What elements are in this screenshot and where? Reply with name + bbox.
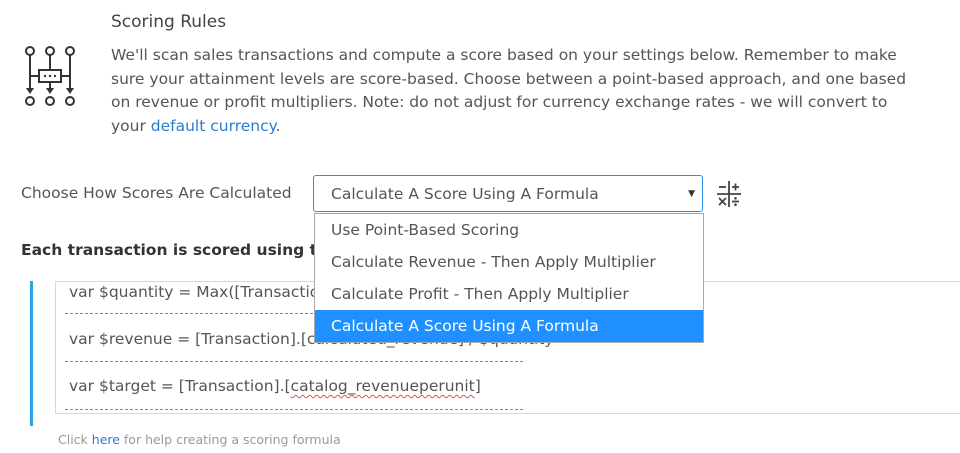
- calc-method-select[interactable]: Calculate A Score Using A Formula ▼: [313, 175, 703, 212]
- description-end: .: [275, 116, 281, 135]
- formula-label: Each transaction is scored using the: [21, 241, 339, 259]
- chevron-down-icon: ▼: [688, 189, 695, 199]
- option-point-based[interactable]: Use Point-Based Scoring: [315, 214, 703, 246]
- code-separator: [65, 361, 523, 362]
- option-formula[interactable]: Calculate A Score Using A Formula: [315, 310, 703, 342]
- help-suffix: for help creating a scoring formula: [119, 432, 341, 447]
- code-target-suffix: ]: [474, 377, 481, 395]
- help-prefix: Click: [58, 432, 92, 447]
- code-separator: [65, 409, 523, 410]
- page-title: Scoring Rules: [111, 12, 227, 32]
- formula-help-text: Click here for help creating a scoring f…: [58, 432, 341, 447]
- default-currency-link[interactable]: default currency: [151, 117, 276, 135]
- spellcheck-word: catalog_revenueperunit: [290, 377, 475, 395]
- calc-method-dropdown: Use Point-Based Scoring Calculate Revenu…: [314, 213, 704, 343]
- calc-method-selected-value: Calculate A Score Using A Formula: [331, 185, 599, 203]
- formula-help-link[interactable]: here: [92, 432, 120, 447]
- editor-accent-bar: [30, 281, 33, 426]
- code-line-target: var $target = [Transaction].[catalog_rev…: [69, 377, 481, 395]
- option-profit-multiplier[interactable]: Calculate Profit - Then Apply Multiplier: [315, 278, 703, 310]
- scoring-description: We'll scan sales transactions and comput…: [111, 44, 911, 138]
- option-revenue-multiplier[interactable]: Calculate Revenue - Then Apply Multiplie…: [315, 246, 703, 278]
- calc-method-label: Choose How Scores Are Calculated: [21, 184, 292, 202]
- scoring-flow-icon: [25, 46, 75, 106]
- calculator-icon[interactable]: [716, 180, 742, 208]
- code-target-prefix: var $target = [Transaction].[: [69, 377, 291, 395]
